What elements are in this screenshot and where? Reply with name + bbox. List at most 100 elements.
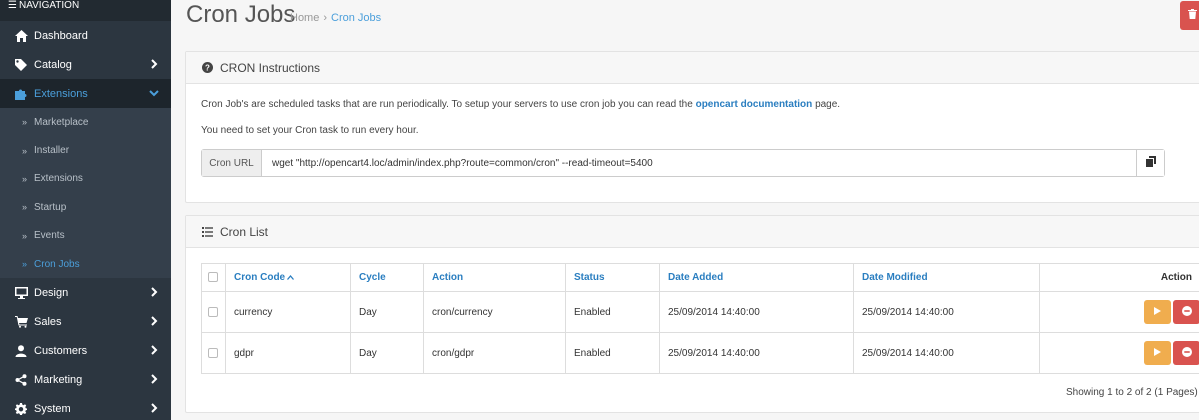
row-checkbox[interactable] [208,306,218,317]
pagination-info: Showing 1 to 2 of 2 (1 Pages) [1066,387,1198,398]
cell-cron-code: gdpr [225,332,351,374]
sidebar-item-label: Catalog [34,58,72,71]
breadcrumb-current[interactable]: Cron Jobs [331,12,381,24]
cell-action: cron/gdpr [423,332,566,374]
documentation-link[interactable]: opencart documentation [696,99,813,110]
sidebar: ☰ NAVIGATION Dashboard Catalog Extensions… [0,0,171,420]
cron-list-panel: Cron List Cron Code Cycle Action Status … [185,215,1199,413]
column-date-modified[interactable]: Date Modified [853,263,1040,292]
submenu-item-marketplace[interactable]: » Marketplace [0,108,171,136]
copy-icon [1145,156,1156,170]
home-icon [14,29,28,42]
cell-actions [1039,332,1199,374]
double-chevron-icon: » [22,117,27,128]
instructions-line-2: You need to set your Cron task to run ev… [201,125,419,136]
sidebar-item-label: Customers [34,344,88,357]
extensions-submenu: » Marketplace » Installer » Extensions » Sta… [0,108,171,279]
submenu-item-cron-jobs[interactable]: » Cron Jobs [0,250,171,278]
list-icon [202,226,213,237]
chevron-right-icon [149,287,159,298]
instructions-line-1: Cron Job's are scheduled tasks that are … [201,99,841,110]
chevron-right-icon [149,403,159,414]
sidebar-item-label: System [34,402,71,415]
play-icon [1154,347,1161,359]
sidebar-item-extensions[interactable]: Extensions [0,79,171,108]
sidebar-item-label: Marketing [34,373,83,386]
remove-button[interactable] [1173,341,1199,365]
nav-header[interactable]: ☰ NAVIGATION [0,0,171,21]
question-circle-icon: ? [202,62,213,73]
cron-url-group: Cron URL [201,149,1165,177]
breadcrumb-separator: › [323,12,328,24]
chevron-right-icon [149,345,159,356]
row-checkbox[interactable] [208,347,218,358]
main-content: Cron Jobs Home › Cron Jobs ? CRON Instruct… [171,0,1199,420]
delete-button[interactable] [1180,1,1199,30]
select-all-checkbox[interactable] [208,272,218,283]
panel-heading: Cron List [186,216,1199,248]
user-icon [14,345,28,357]
trash-icon [1187,9,1197,22]
copy-button[interactable] [1136,150,1164,176]
menu-icon: ☰ [8,0,17,11]
chevron-right-icon [149,316,159,327]
minus-circle-icon [1181,346,1192,360]
page-header: Cron Jobs Home › Cron Jobs [171,0,1199,38]
cell-date-added: 25/09/2014 14:40:00 [659,291,854,333]
submenu-item-installer[interactable]: » Installer [0,136,171,164]
run-button[interactable] [1144,341,1171,365]
chevron-right-icon [149,374,159,385]
cell-actions [1039,291,1199,333]
monitor-icon [14,286,28,299]
cell-status: Enabled [565,291,660,333]
double-chevron-icon: » [22,230,27,241]
sidebar-item-marketing[interactable]: Marketing [0,365,171,394]
cell-date-added: 25/09/2014 14:40:00 [659,332,854,374]
column-status[interactable]: Status [565,263,660,292]
table-header-row: Cron Code Cycle Action Status Date Added… [201,263,1199,292]
sidebar-item-system[interactable]: System [0,394,171,420]
sidebar-item-catalog[interactable]: Catalog [0,50,171,79]
double-chevron-icon: » [22,173,27,184]
remove-button[interactable] [1173,300,1199,324]
double-chevron-icon: » [22,145,27,156]
cart-icon [14,315,28,328]
row-select-cell [201,332,226,374]
column-cycle[interactable]: Cycle [350,263,424,292]
panel-title: Cron List [220,224,269,239]
submenu-item-extensions[interactable]: » Extensions [0,165,171,193]
cell-status: Enabled [565,332,660,374]
sidebar-item-design[interactable]: Design [0,278,171,307]
column-date-added[interactable]: Date Added [659,263,854,292]
breadcrumb: Home › Cron Jobs [290,12,381,24]
sidebar-item-customers[interactable]: Customers [0,336,171,365]
panel-title: CRON Instructions [220,60,321,75]
cron-url-label: Cron URL [202,150,262,176]
select-all-cell [201,263,226,292]
submenu-item-startup[interactable]: » Startup [0,193,171,221]
cron-instructions-panel: ? CRON Instructions Cron Job's are sched… [185,51,1199,203]
minus-circle-icon [1181,305,1192,319]
cell-cycle: Day [350,291,424,333]
cell-cycle: Day [350,332,424,374]
column-cron-code[interactable]: Cron Code [225,263,351,292]
share-icon [14,374,28,386]
panel-heading: ? CRON Instructions [186,52,1199,84]
table-row: currency Day cron/currency Enabled 25/09… [201,291,1199,333]
sidebar-item-sales[interactable]: Sales [0,307,171,336]
sidebar-item-dashboard[interactable]: Dashboard [0,21,171,50]
cell-date-modified: 25/09/2014 14:40:00 [853,291,1040,333]
run-button[interactable] [1144,300,1171,324]
column-action[interactable]: Action [423,263,566,292]
play-icon [1154,306,1161,318]
cell-action: cron/currency [423,291,566,333]
cron-url-input[interactable] [262,150,1136,176]
nav-title: NAVIGATION [18,0,80,11]
breadcrumb-home[interactable]: Home [290,12,319,24]
cell-cron-code: currency [225,291,351,333]
gear-icon [14,402,28,415]
table-row: gdpr Day cron/gdpr Enabled 25/09/2014 14… [201,332,1199,374]
column-actions: Action [1039,263,1199,292]
submenu-item-events[interactable]: » Events [0,222,171,250]
page-title: Cron Jobs [186,1,296,28]
